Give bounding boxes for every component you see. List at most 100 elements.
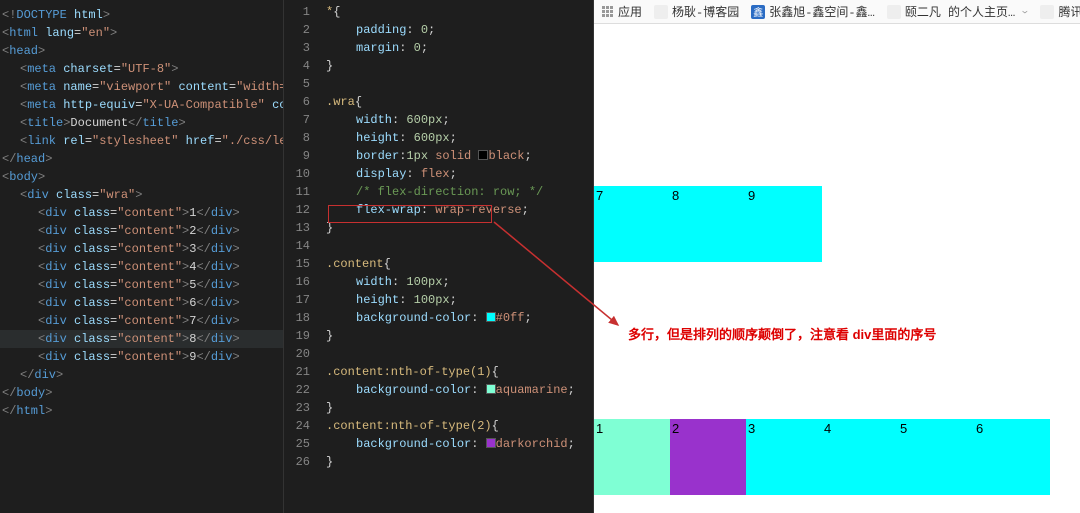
css-line[interactable]: .content:nth-of-type(2){ — [320, 417, 593, 435]
html-line[interactable]: <body> — [0, 168, 283, 186]
flex-box: 7 — [594, 186, 670, 262]
line-number: 12 — [284, 201, 320, 219]
html-line[interactable]: <html lang="en"> — [0, 24, 283, 42]
html-line[interactable]: <link rel="stylesheet" href="./css/les2 — [0, 132, 283, 150]
css-line[interactable] — [320, 237, 593, 255]
css-line[interactable]: margin: 0; — [320, 39, 593, 57]
html-line[interactable]: </div> — [0, 366, 283, 384]
line-number: 5 — [284, 75, 320, 93]
line-number: 9 — [284, 147, 320, 165]
html-line[interactable]: </body> — [0, 384, 283, 402]
html-line[interactable]: <div class="content">6</div> — [0, 294, 283, 312]
line-number: 16 — [284, 273, 320, 291]
css-line[interactable]: border:1px solid black; — [320, 147, 593, 165]
html-line[interactable]: </head> — [0, 150, 283, 168]
css-line[interactable]: background-color: darkorchid; — [320, 435, 593, 453]
css-line[interactable]: *{ — [320, 3, 593, 21]
line-number: 13 — [284, 219, 320, 237]
html-line[interactable]: <div class="content">5</div> — [0, 276, 283, 294]
line-number: 19 — [284, 327, 320, 345]
apps-icon — [602, 6, 614, 18]
css-line[interactable]: height: 100px; — [320, 291, 593, 309]
html-line[interactable]: <div class="content">7</div> — [0, 312, 283, 330]
browser-preview-pane: 应用 杨耿-博客园鑫张鑫旭-鑫空间-鑫… 颐二凡 的个人主页… 腾讯课堂_专业的在 7… — [594, 0, 1080, 513]
bookmark-label: 颐二凡 的个人主页… — [905, 3, 1015, 20]
favicon-icon — [654, 5, 668, 19]
browser-content: 789 123456 多行，但是排列的顺序颠倒了，注意看 div里面的序号 — [594, 24, 1080, 511]
bookmark-item[interactable]: 鑫张鑫旭-鑫空间-鑫… — [751, 3, 875, 20]
line-number: 26 — [284, 453, 320, 471]
line-number: 11 — [284, 183, 320, 201]
flex-box: 1 — [594, 419, 670, 495]
line-number: 22 — [284, 381, 320, 399]
line-number: 25 — [284, 435, 320, 453]
line-number: 1 — [284, 3, 320, 21]
css-line[interactable]: } — [320, 57, 593, 75]
flex-box: 2 — [670, 419, 746, 495]
line-number: 3 — [284, 39, 320, 57]
flex-box: 5 — [898, 419, 974, 495]
bookmark-item[interactable]: 腾讯课堂_专业的在 — [1040, 3, 1080, 20]
html-line[interactable]: <!DOCTYPE html> — [0, 6, 283, 24]
line-number: 14 — [284, 237, 320, 255]
css-line[interactable]: flex-wrap: wrap-reverse; — [320, 201, 593, 219]
bookmark-label: 腾讯课堂_专业的在 — [1058, 3, 1080, 20]
css-line[interactable]: width: 100px; — [320, 273, 593, 291]
css-line[interactable]: } — [320, 399, 593, 417]
html-line[interactable]: <div class="wra"> — [0, 186, 283, 204]
html-line[interactable]: <meta name="viewport" content="width=de — [0, 78, 283, 96]
css-line[interactable]: .content{ — [320, 255, 593, 273]
flex-box: 4 — [822, 419, 898, 495]
html-line[interactable]: <title>Document</title> — [0, 114, 283, 132]
css-line[interactable]: } — [320, 219, 593, 237]
bookmark-label: 张鑫旭-鑫空间-鑫… — [769, 3, 875, 20]
flex-row-top: 789 — [594, 186, 822, 262]
css-line[interactable]: background-color: aquamarine; — [320, 381, 593, 399]
line-number: 18 — [284, 309, 320, 327]
bookmark-item[interactable]: 颐二凡 的个人主页… — [887, 3, 1029, 20]
css-line[interactable]: height: 600px; — [320, 129, 593, 147]
css-line[interactable]: width: 600px; — [320, 111, 593, 129]
flex-box: 3 — [746, 419, 822, 495]
html-line[interactable]: <head> — [0, 42, 283, 60]
line-number: 17 — [284, 291, 320, 309]
bookmark-label: 应用 — [618, 3, 642, 20]
css-line[interactable]: background-color: #0ff; — [320, 309, 593, 327]
css-line[interactable]: .content:nth-of-type(1){ — [320, 363, 593, 381]
line-number: 8 — [284, 129, 320, 147]
line-number: 10 — [284, 165, 320, 183]
html-line[interactable]: <div class="content">2</div> — [0, 222, 283, 240]
html-line[interactable]: <meta charset="UTF-8"> — [0, 60, 283, 78]
html-line[interactable]: <div class="content">1</div> — [0, 204, 283, 222]
bookmark-item[interactable]: 杨耿-博客园 — [654, 3, 739, 20]
favicon-icon: 鑫 — [751, 5, 765, 19]
line-number: 7 — [284, 111, 320, 129]
line-number: 4 — [284, 57, 320, 75]
html-line[interactable]: <div class="content">3</div> — [0, 240, 283, 258]
line-number: 24 — [284, 417, 320, 435]
html-line[interactable]: <meta http-equiv="X-UA-Compatible" cont — [0, 96, 283, 114]
css-line[interactable]: } — [320, 453, 593, 471]
css-line[interactable]: padding: 0; — [320, 21, 593, 39]
html-line[interactable]: <div class="content">8</div> — [0, 330, 283, 348]
bookmark-label: 杨耿-博客园 — [672, 3, 739, 20]
html-line[interactable]: <div class="content">4</div> — [0, 258, 283, 276]
css-line[interactable]: display: flex; — [320, 165, 593, 183]
html-line[interactable]: </html> — [0, 402, 283, 420]
flex-box: 8 — [670, 186, 746, 262]
favicon-icon — [1040, 5, 1054, 19]
css-line[interactable]: } — [320, 327, 593, 345]
line-number: 6 — [284, 93, 320, 111]
css-line[interactable] — [320, 345, 593, 363]
html-editor-pane[interactable]: <!DOCTYPE html><html lang="en"><head><me… — [0, 0, 284, 513]
bookmarks-bar: 应用 杨耿-博客园鑫张鑫旭-鑫空间-鑫… 颐二凡 的个人主页… 腾讯课堂_专业的在 — [594, 0, 1080, 24]
css-line[interactable] — [320, 75, 593, 93]
flex-box: 6 — [974, 419, 1050, 495]
bookmark-item[interactable]: 应用 — [602, 3, 642, 20]
css-editor-pane[interactable]: 1234567891011121314151617181920212223242… — [284, 0, 594, 513]
flex-row-bottom: 123456 — [594, 419, 1050, 495]
css-line[interactable]: .wra{ — [320, 93, 593, 111]
html-line[interactable]: <div class="content">9</div> — [0, 348, 283, 366]
css-line[interactable]: /* flex-direction: row; */ — [320, 183, 593, 201]
line-number: 15 — [284, 255, 320, 273]
